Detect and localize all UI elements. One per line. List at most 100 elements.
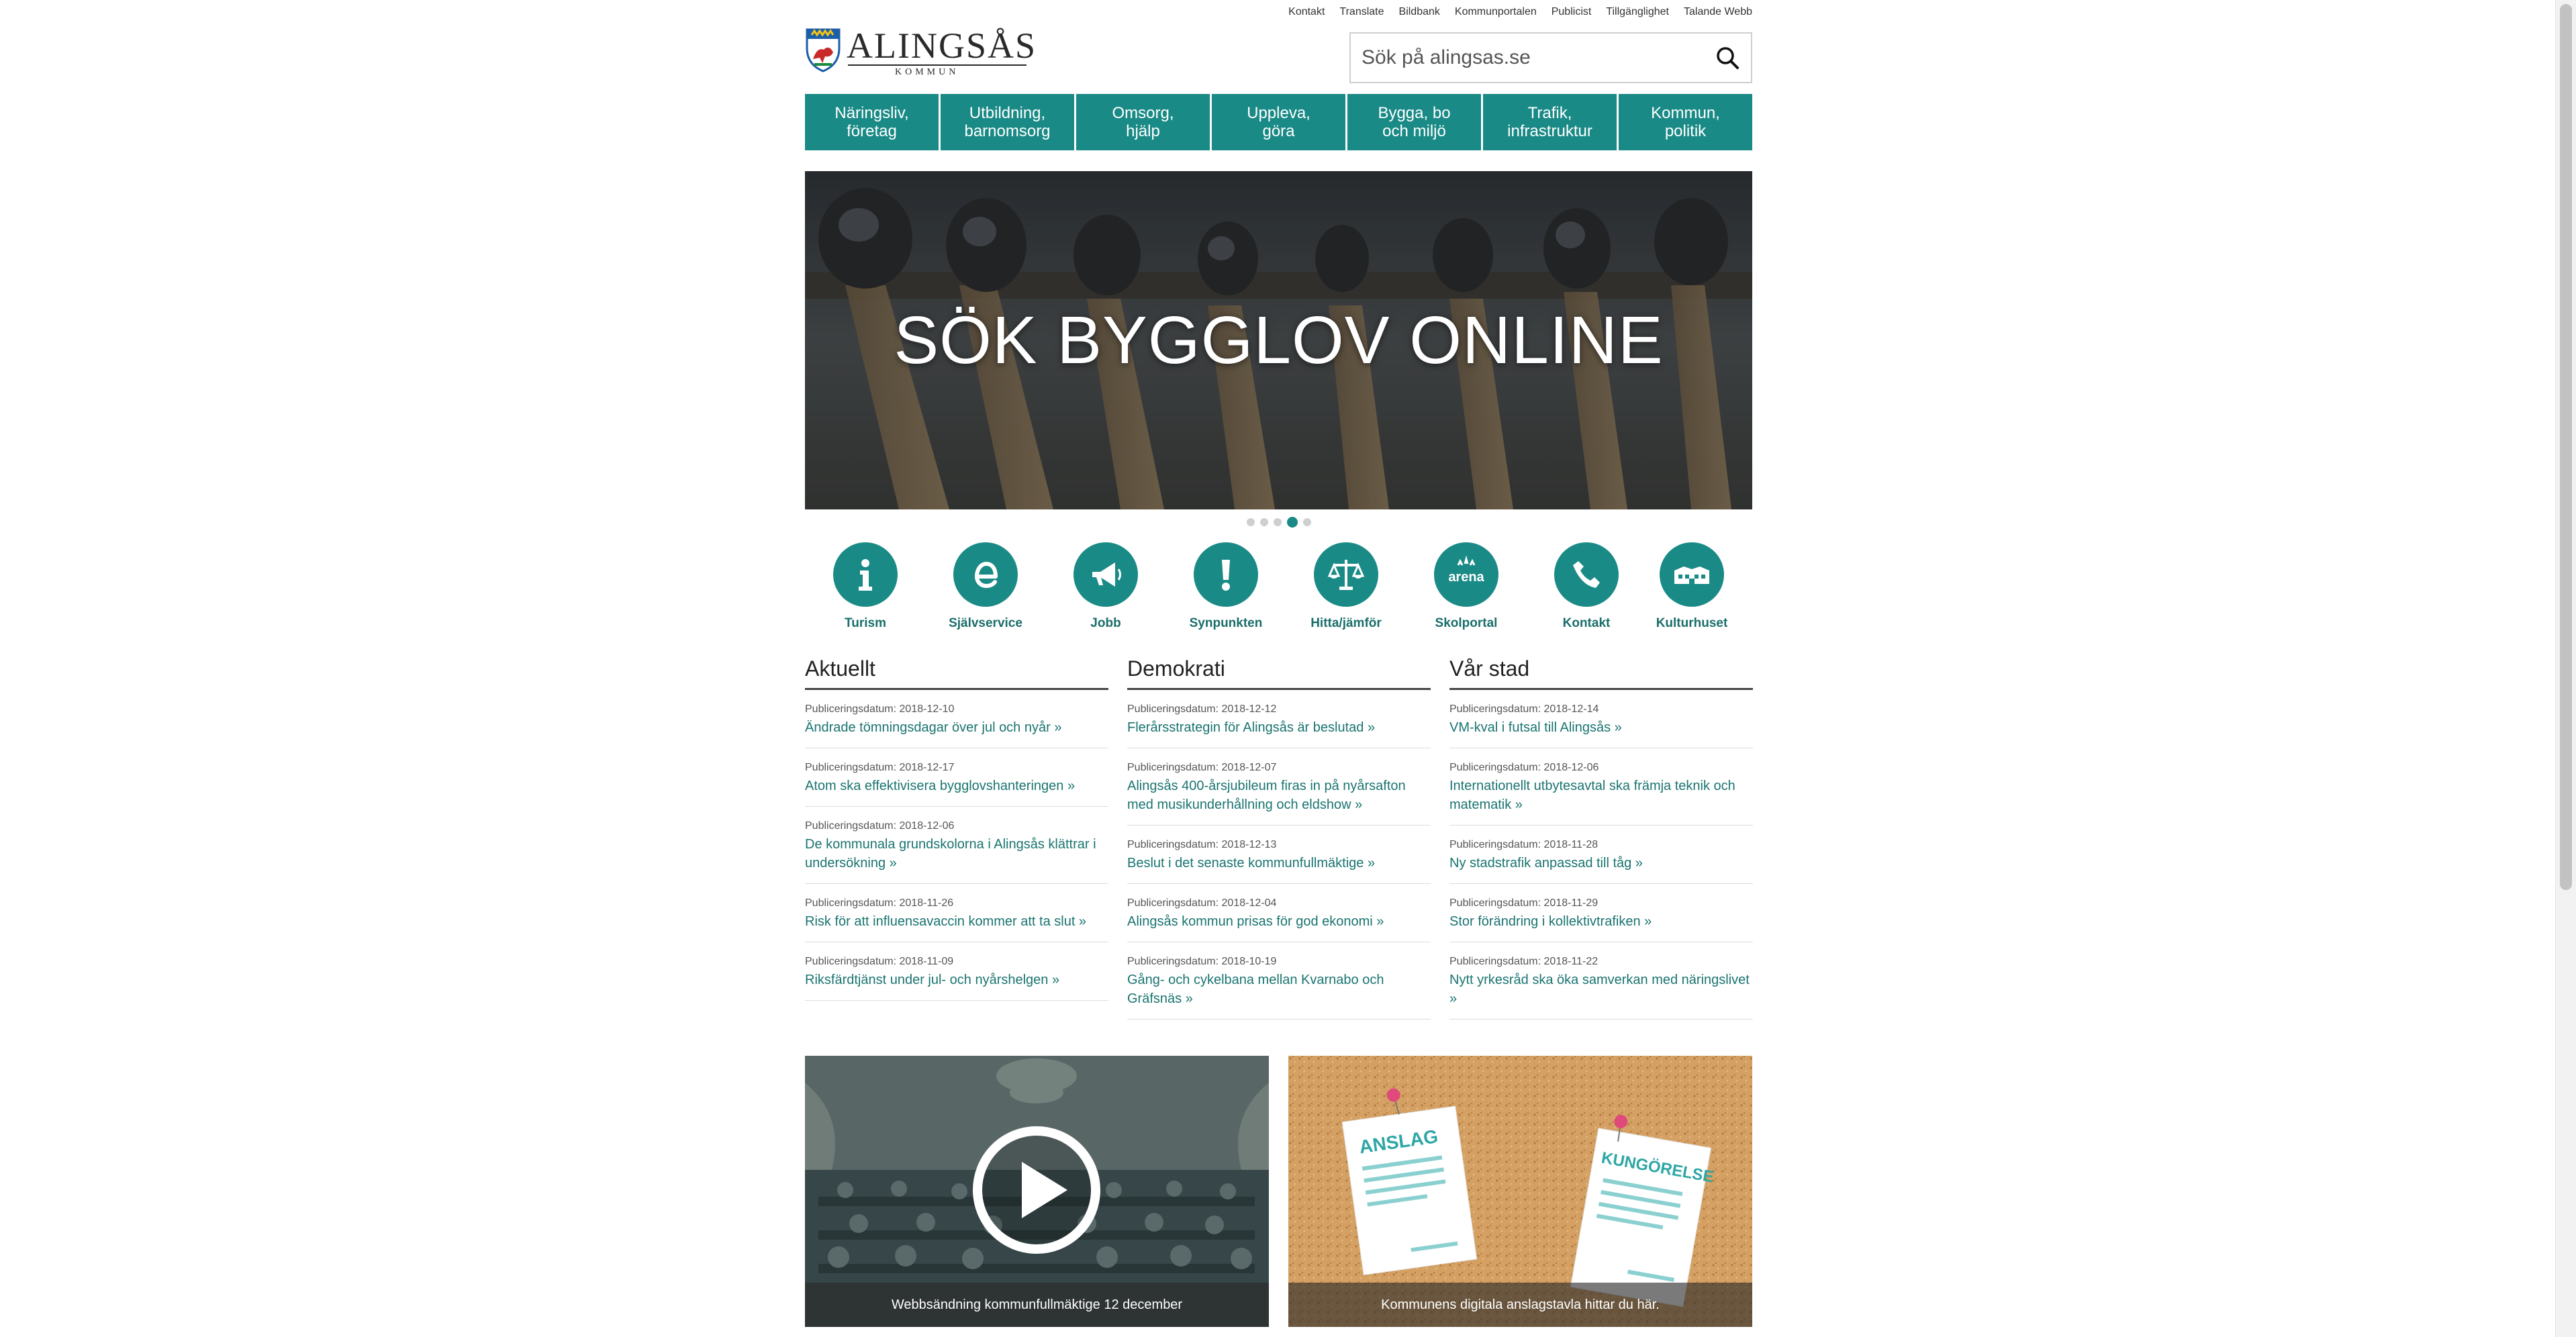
news-link[interactable]: Nytt yrkesråd ska öka samverkan med näri…: [1449, 971, 1753, 1008]
notice-board-card[interactable]: ANSLAG KUNGÖRELSE Kommunens digitala ans…: [1288, 1056, 1752, 1327]
nav-item-label: Kommun, politik: [1651, 104, 1720, 140]
card-caption: Kommunens digitala anslagstavla hittar d…: [1288, 1283, 1752, 1327]
carousel-dot-2[interactable]: [1260, 518, 1268, 526]
news-link[interactable]: Atom ska effektivisera bygglovshantering…: [805, 777, 1108, 795]
carousel-dot-3[interactable]: [1274, 518, 1282, 526]
quick-link-kontakt[interactable]: Kontakt: [1526, 542, 1647, 631]
logo-subtitle: KOMMUN: [895, 67, 959, 77]
carousel-dot-4[interactable]: [1287, 517, 1298, 528]
quick-link-turism[interactable]: Turism: [805, 542, 926, 631]
nav-item-omsorg[interactable]: Omsorg, hjälp: [1076, 94, 1212, 150]
nav-item-naringsliv[interactable]: Näringsliv, företag: [805, 94, 941, 150]
quick-link-label: Kulturhuset: [1656, 616, 1728, 630]
news-link[interactable]: Ny stadstrafik anpassad till tåg »: [1449, 854, 1753, 873]
news-link[interactable]: Gång- och cykelbana mellan Kvarnabo och …: [1127, 971, 1431, 1008]
news-item: Publiceringsdatum: 2018-12-14 VM-kval i f…: [1449, 690, 1753, 748]
card-caption: Webbsändning kommunfullmäktige 12 decemb…: [805, 1283, 1269, 1327]
util-link-publicist[interactable]: Publicist: [1552, 6, 1592, 18]
news-column-var-stad: Vår stad Publiceringsdatum: 2018-12-14 VM…: [1449, 656, 1753, 1020]
news-link[interactable]: Flerårsstrategin för Alingsås är besluta…: [1127, 718, 1431, 737]
search-box: [1349, 32, 1752, 83]
nav-item-kommun[interactable]: Kommun, politik: [1619, 94, 1752, 150]
news-date: Publiceringsdatum: 2018-11-09: [805, 956, 954, 967]
news-item: Publiceringsdatum: 2018-10-19 Gång- och c…: [1127, 942, 1431, 1020]
news-item: Publiceringsdatum: 2018-12-10 Ändrade töm…: [805, 690, 1108, 748]
hero-banner[interactable]: SÖK BYGGLOV ONLINE: [805, 171, 1752, 509]
news-link[interactable]: De kommunala grundskolorna i Alingsås kl…: [805, 835, 1108, 873]
util-link-talande-webb[interactable]: Talande Webb: [1684, 6, 1752, 18]
nav-item-uppleva[interactable]: Uppleva, göra: [1212, 94, 1347, 150]
news-item: Publiceringsdatum: 2018-12-06 De kommunal…: [805, 807, 1108, 884]
news-date: Publiceringsdatum: 2018-10-19: [1127, 956, 1277, 967]
news-item: Publiceringsdatum: 2018-12-07 Alingsås 40…: [1127, 748, 1431, 826]
scrollbar-thumb[interactable]: [2560, 4, 2572, 890]
util-link-kommunportalen[interactable]: Kommunportalen: [1455, 6, 1537, 18]
nav-item-bygga[interactable]: Bygga, bo och miljö: [1347, 94, 1483, 150]
news-date: Publiceringsdatum: 2018-12-07: [1127, 762, 1277, 773]
news-link[interactable]: Stor förändring i kollektivtrafiken »: [1449, 912, 1753, 931]
quick-link-kulturhuset[interactable]: Kulturhuset: [1631, 542, 1752, 631]
news-link[interactable]: Internationellt utbytesavtal ska främja …: [1449, 777, 1753, 814]
video-card[interactable]: Webbsändning kommunfullmäktige 12 decemb…: [805, 1056, 1269, 1327]
util-link-bildbank[interactable]: Bildbank: [1399, 6, 1440, 18]
news-link[interactable]: Alingsås 400-årsjubileum firas in på nyå…: [1127, 777, 1431, 814]
nav-item-label: Utbildning, barnomsorg: [964, 104, 1051, 140]
nav-item-label: Omsorg, hjälp: [1112, 104, 1174, 140]
site-logo[interactable]: ALINGSÅS KOMMUN: [805, 26, 1035, 77]
news-item: Publiceringsdatum: 2018-12-06 Internation…: [1449, 748, 1753, 826]
phone-icon: [1573, 561, 1600, 588]
column-heading: Demokrati: [1127, 656, 1431, 690]
news-item: Publiceringsdatum: 2018-12-04 Alingsås ko…: [1127, 884, 1431, 942]
utility-nav: Kontakt Translate Bildbank Kommunportale…: [1288, 6, 1752, 18]
util-link-translate[interactable]: Translate: [1339, 6, 1384, 18]
nav-item-utbildning[interactable]: Utbildning, barnomsorg: [941, 94, 1076, 150]
scrollbar[interactable]: [2555, 0, 2576, 1337]
news-date: Publiceringsdatum: 2018-11-22: [1449, 956, 1599, 967]
quick-link-skolportal[interactable]: arena Skolportal: [1406, 542, 1527, 631]
quick-link-label: Självservice: [949, 616, 1022, 630]
quick-link-hitta-jamfor[interactable]: Hitta/jämför: [1286, 542, 1406, 631]
news-date: Publiceringsdatum: 2018-12-10: [805, 703, 955, 715]
arena-icon: arena: [1448, 555, 1485, 585]
nav-item-label: Uppleva, göra: [1247, 104, 1310, 140]
news-item: Publiceringsdatum: 2018-11-28 Ny stadstra…: [1449, 826, 1753, 884]
carousel-dot-5[interactable]: [1303, 518, 1311, 526]
quick-link-label: Turism: [845, 616, 886, 630]
carousel-dot-1[interactable]: [1247, 518, 1255, 526]
nav-item-trafik[interactable]: Trafik, infrastruktur: [1483, 94, 1619, 150]
news-date: Publiceringsdatum: 2018-12-06: [805, 820, 955, 832]
news-link[interactable]: Alingsås kommun prisas för god ekonomi »: [1127, 912, 1431, 931]
nav-item-label: Trafik, infrastruktur: [1507, 104, 1592, 140]
news-link[interactable]: Beslut i det senaste kommunfullmäktige »: [1127, 854, 1431, 873]
util-link-kontakt[interactable]: Kontakt: [1288, 6, 1325, 18]
util-link-tillganglighet[interactable]: Tillgänglighet: [1606, 6, 1669, 18]
nav-item-label: Bygga, bo och miljö: [1378, 104, 1451, 140]
news-date: Publiceringsdatum: 2018-12-17: [805, 762, 955, 773]
search-input[interactable]: [1351, 34, 1704, 82]
news-date: Publiceringsdatum: 2018-12-12: [1127, 703, 1277, 715]
carousel-dots: [1247, 517, 1311, 528]
news-link[interactable]: Riksfärdtjänst under jul- och nyårshelge…: [805, 971, 1108, 989]
news-date: Publiceringsdatum: 2018-11-28: [1449, 839, 1599, 850]
quick-link-jobb[interactable]: Jobb: [1045, 542, 1166, 631]
news-item: Publiceringsdatum: 2018-12-17 Atom ska ef…: [805, 748, 1108, 807]
quick-link-synpunkten[interactable]: Synpunkten: [1165, 542, 1286, 631]
building-icon: [1674, 566, 1709, 584]
e-service-icon: [974, 561, 998, 589]
news-column-aktuellt: Aktuellt Publiceringsdatum: 2018-12-10 Än…: [805, 656, 1108, 1001]
news-link[interactable]: VM-kval i futsal till Alingsås »: [1449, 718, 1753, 737]
news-column-demokrati: Demokrati Publiceringsdatum: 2018-12-12 F…: [1127, 656, 1431, 1020]
quick-link-sjalvservice[interactable]: Självservice: [925, 542, 1046, 631]
news-date: Publiceringsdatum: 2018-11-29: [1449, 897, 1599, 909]
quick-link-label: Hitta/jämför: [1310, 616, 1382, 630]
logo-wordmark: ALINGSÅS: [847, 26, 1037, 66]
scales-icon: [1327, 560, 1365, 590]
news-link[interactable]: Risk för att influensavaccin kommer att …: [805, 912, 1108, 931]
search-icon: [1717, 47, 1739, 69]
column-heading: Vår stad: [1449, 656, 1753, 690]
play-icon: [973, 1126, 1100, 1254]
search-button[interactable]: [1704, 34, 1751, 82]
news-date: Publiceringsdatum: 2018-12-13: [1127, 839, 1277, 850]
news-link[interactable]: Ändrade tömningsdagar över jul och nyår …: [805, 718, 1108, 737]
news-date: Publiceringsdatum: 2018-12-04: [1127, 897, 1277, 909]
